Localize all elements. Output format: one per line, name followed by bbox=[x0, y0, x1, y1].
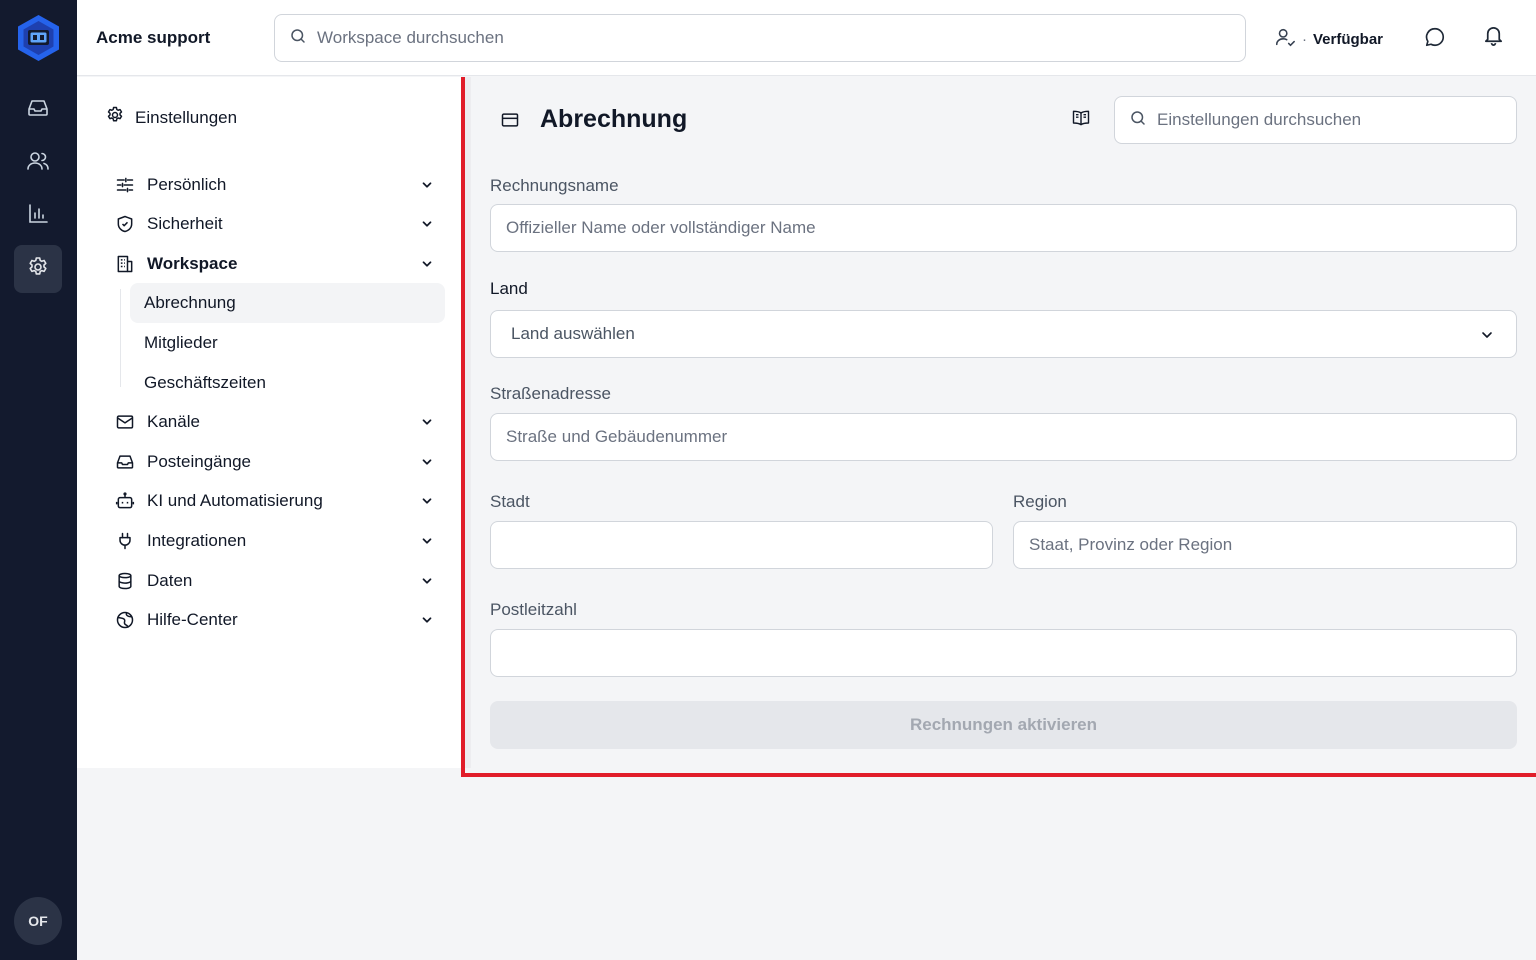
chevron-down-icon[interactable] bbox=[419, 216, 435, 232]
users-icon bbox=[26, 149, 50, 178]
user-avatar[interactable]: OF bbox=[14, 897, 62, 945]
chat-bubble-icon bbox=[1424, 26, 1446, 53]
country-select-value: Land auswählen bbox=[511, 324, 635, 343]
city-field[interactable] bbox=[490, 521, 993, 569]
search-icon bbox=[1129, 109, 1147, 132]
chevron-down-icon[interactable] bbox=[419, 612, 435, 628]
invoice-name-label: Rechnungsname bbox=[490, 176, 619, 195]
settings-search[interactable] bbox=[1114, 96, 1517, 144]
top-bar: Acme support · Verfügbar bbox=[77, 0, 1536, 76]
sidebar-subitem-members[interactable]: Mitglieder bbox=[130, 323, 445, 363]
sidebar-item-label: KI und Automatisierung bbox=[147, 491, 323, 510]
street-label: Straßenadresse bbox=[490, 384, 611, 403]
sidebar-item-label: Integrationen bbox=[147, 531, 247, 550]
user-status-icon bbox=[1274, 26, 1296, 52]
country-select[interactable]: Land auswählen bbox=[490, 310, 1517, 358]
rail-contacts-button[interactable] bbox=[14, 139, 62, 187]
chevron-down-icon[interactable] bbox=[419, 414, 435, 430]
mail-icon bbox=[115, 412, 135, 432]
sidebar-item-label: Workspace bbox=[147, 254, 238, 273]
region-field[interactable] bbox=[1013, 521, 1517, 569]
chevron-down-icon[interactable] bbox=[419, 573, 435, 589]
street-input[interactable] bbox=[506, 427, 1516, 447]
sidebar-subitem-billing[interactable]: Abrechnung bbox=[130, 283, 445, 323]
invoice-name-input[interactable] bbox=[506, 218, 1516, 238]
book-open-icon bbox=[1071, 108, 1091, 133]
enable-invoices-button[interactable]: Rechnungen aktivieren bbox=[490, 701, 1517, 749]
rail-reports-button[interactable] bbox=[14, 192, 62, 240]
chevron-down-icon[interactable] bbox=[419, 533, 435, 549]
availability-status[interactable]: · Verfügbar bbox=[1274, 26, 1383, 52]
settings-header-label: Einstellungen bbox=[135, 107, 238, 127]
sidebar-item-label: Persönlich bbox=[147, 175, 227, 194]
workspace-search[interactable] bbox=[274, 14, 1246, 62]
bell-icon bbox=[1482, 24, 1505, 52]
chevron-down-icon[interactable] bbox=[419, 454, 435, 470]
settings-header: Einstellungen bbox=[105, 105, 237, 130]
search-icon bbox=[289, 27, 307, 50]
sidebar-item-security[interactable]: Sicherheit bbox=[115, 206, 435, 242]
workspace-search-input[interactable] bbox=[317, 28, 1217, 48]
sidebar-item-data[interactable]: Daten bbox=[115, 563, 435, 599]
plug-icon bbox=[115, 531, 135, 551]
app-rail: OF bbox=[0, 0, 77, 960]
credit-card-icon bbox=[499, 109, 521, 131]
gear-icon bbox=[26, 255, 50, 284]
rail-inbox-button[interactable] bbox=[14, 86, 62, 134]
chevron-down-icon[interactable] bbox=[419, 256, 435, 272]
submenu-guide-line bbox=[120, 289, 121, 387]
rail-settings-button[interactable] bbox=[14, 245, 62, 293]
city-label: Stadt bbox=[490, 492, 530, 511]
conversations-button[interactable] bbox=[1421, 25, 1449, 53]
documentation-button[interactable] bbox=[1068, 107, 1094, 133]
sidebar-item-label: Posteingänge bbox=[147, 452, 251, 471]
street-field[interactable] bbox=[490, 413, 1517, 461]
sidebar-item-label: Kanäle bbox=[147, 412, 200, 431]
city-input[interactable] bbox=[506, 535, 992, 555]
settings-search-input[interactable] bbox=[1157, 110, 1497, 130]
region-input[interactable] bbox=[1029, 535, 1516, 555]
inbox-icon bbox=[26, 96, 50, 125]
invoice-name-field[interactable] bbox=[490, 204, 1517, 252]
sidebar-item-ai-automation[interactable]: KI und Automatisierung bbox=[115, 483, 435, 519]
sidebar-item-channels[interactable]: Kanäle bbox=[115, 404, 435, 440]
sidebar-item-inboxes[interactable]: Posteingänge bbox=[115, 444, 435, 480]
bot-icon bbox=[115, 491, 135, 511]
bar-chart-icon bbox=[26, 202, 50, 231]
zip-input[interactable] bbox=[506, 643, 1516, 663]
page-title: Abrechnung bbox=[540, 105, 688, 133]
panel-divider bbox=[465, 77, 471, 768]
chevron-down-icon[interactable] bbox=[419, 493, 435, 509]
inbox-icon bbox=[115, 452, 135, 472]
region-label: Region bbox=[1013, 492, 1067, 511]
sidebar-subitem-business-hours[interactable]: Geschäftszeiten bbox=[130, 363, 445, 403]
sidebar-item-workspace[interactable]: Workspace bbox=[115, 246, 435, 282]
country-label: Land bbox=[490, 279, 528, 298]
billing-panel: Abrechnung Rechnungsname Land Land auswä… bbox=[461, 77, 1536, 777]
sliders-icon bbox=[115, 175, 135, 195]
gear-icon bbox=[105, 105, 125, 130]
status-separator: · bbox=[1302, 30, 1307, 48]
shield-icon bbox=[115, 214, 135, 234]
zip-field[interactable] bbox=[490, 629, 1517, 677]
building-icon bbox=[115, 254, 135, 274]
globe-icon bbox=[115, 610, 135, 630]
sidebar-item-label: Sicherheit bbox=[147, 214, 223, 233]
status-label: Verfügbar bbox=[1313, 30, 1384, 48]
sidebar-item-personal[interactable]: Persönlich bbox=[115, 167, 435, 203]
chevron-down-icon[interactable] bbox=[419, 177, 435, 193]
zip-label: Postleitzahl bbox=[490, 600, 577, 619]
database-icon bbox=[115, 571, 135, 591]
sidebar-item-label: Hilfe-Center bbox=[147, 610, 238, 629]
sidebar-item-help-center[interactable]: Hilfe-Center bbox=[115, 602, 435, 638]
sidebar-item-label: Daten bbox=[147, 571, 193, 590]
notifications-button[interactable] bbox=[1479, 24, 1507, 52]
settings-sidebar: Einstellungen Persönlich Sicherheit Work… bbox=[77, 77, 461, 768]
chevron-down-icon bbox=[1478, 326, 1496, 344]
app-logo-icon[interactable] bbox=[15, 13, 62, 63]
workspace-name[interactable]: Acme support bbox=[96, 28, 210, 48]
sidebar-item-integrations[interactable]: Integrationen bbox=[115, 523, 435, 559]
